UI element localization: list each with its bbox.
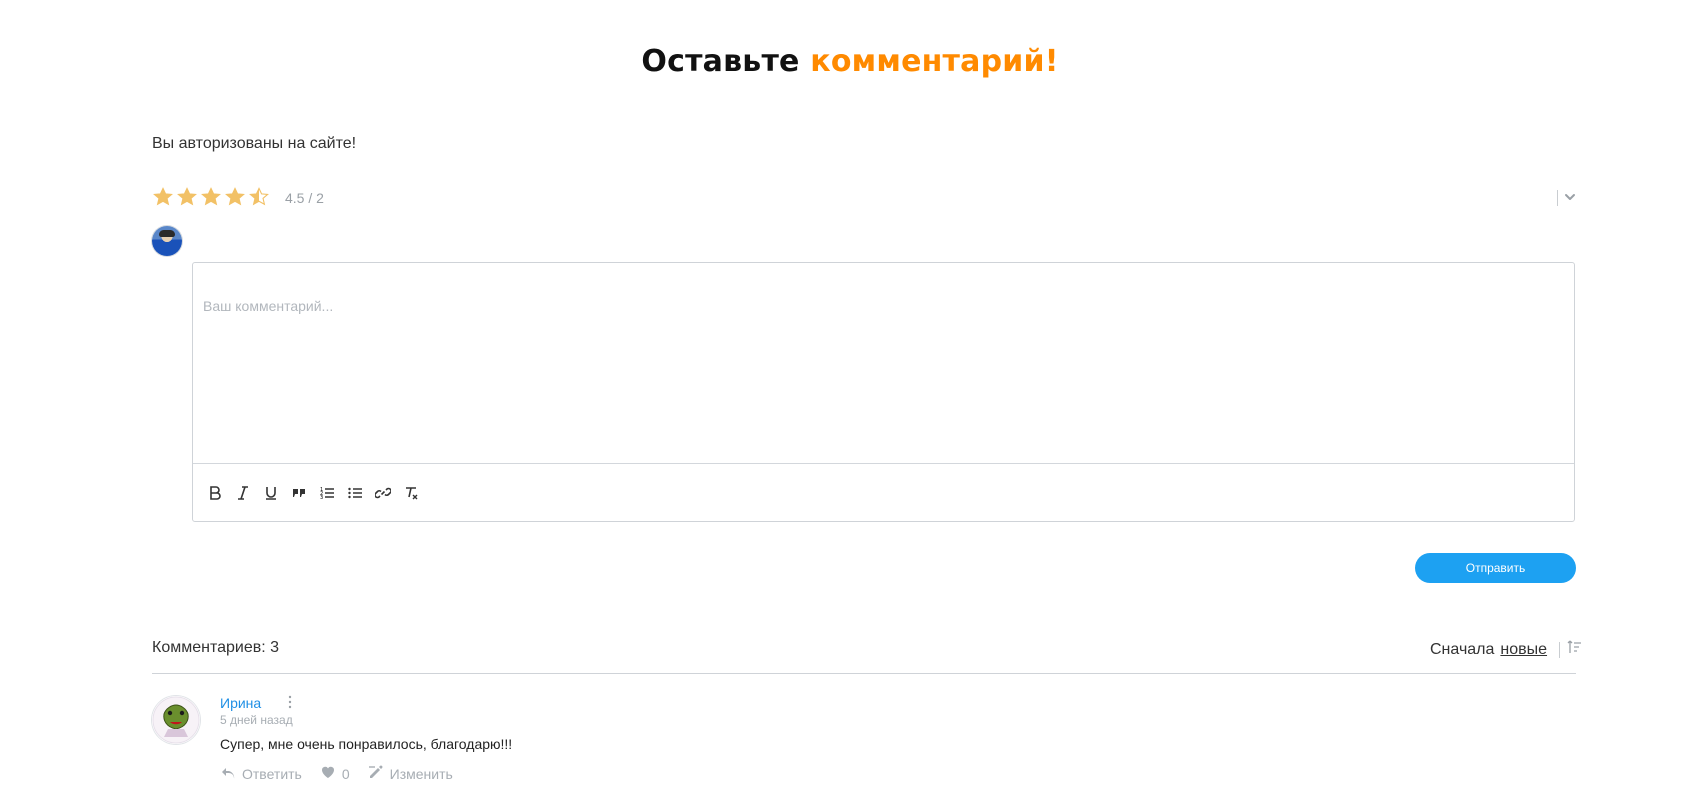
comments-divider [152, 673, 1576, 674]
rating-dropdown[interactable] [1557, 190, 1576, 206]
comment-author-name[interactable]: Ирина [220, 695, 261, 711]
comment-actions: Ответить 0 Изменить [220, 764, 453, 783]
like-button[interactable]: 0 [320, 764, 350, 783]
comment-text: Супер, мне очень понравилось, благодарю!… [220, 736, 513, 752]
like-count: 0 [341, 765, 350, 782]
chevron-down-icon [1564, 190, 1576, 206]
rating-stars[interactable] [152, 185, 270, 209]
rating-value: 4.5 / 2 [285, 190, 324, 206]
submit-button[interactable]: Отправить [1415, 553, 1576, 583]
title-prefix: Оставьте [641, 44, 800, 79]
heart-icon [320, 764, 336, 783]
divider [1559, 641, 1561, 658]
editor-toolbar: 123 [193, 463, 1574, 521]
comment-input[interactable] [193, 263, 1574, 463]
comment-author-avatar [152, 696, 200, 744]
sort-option[interactable]: новые [1500, 641, 1547, 659]
reply-icon [220, 764, 236, 783]
underline-icon[interactable] [261, 483, 281, 503]
bullet-list-icon[interactable] [345, 483, 365, 503]
sort-icon[interactable] [1566, 639, 1582, 660]
star-icon[interactable] [200, 186, 222, 208]
star-icon[interactable] [224, 186, 246, 208]
star-icon[interactable] [176, 186, 198, 208]
comment-editor[interactable]: 123 [192, 262, 1575, 522]
star-icon[interactable] [248, 186, 270, 208]
comments-sort[interactable]: Сначала новые [1430, 639, 1582, 660]
ordered-list-icon[interactable]: 123 [317, 483, 337, 503]
edit-button[interactable]: Изменить [368, 764, 453, 783]
italic-icon[interactable] [233, 483, 253, 503]
edit-icon [368, 764, 384, 783]
page-title: Оставьте комментарий! [0, 44, 1700, 79]
link-icon[interactable] [373, 483, 393, 503]
current-user-avatar [152, 226, 182, 256]
reply-button[interactable]: Ответить [220, 764, 302, 783]
edit-label: Изменить [389, 765, 453, 782]
sort-prefix: Сначала [1430, 640, 1495, 658]
auth-message: Вы авторизованы на сайте! [152, 135, 357, 152]
quote-icon[interactable] [289, 483, 309, 503]
reply-label: Ответить [242, 765, 302, 782]
comment-time: 5 дней назад [220, 713, 293, 727]
comment-more-icon[interactable] [285, 695, 295, 709]
title-accent: комментарий! [810, 44, 1059, 79]
divider [1557, 190, 1558, 206]
star-icon[interactable] [152, 186, 174, 208]
clear-format-icon[interactable] [401, 483, 421, 503]
bold-icon[interactable] [205, 483, 225, 503]
svg-text:3: 3 [320, 495, 323, 501]
comments-count: Комментариев: 3 [152, 639, 280, 656]
